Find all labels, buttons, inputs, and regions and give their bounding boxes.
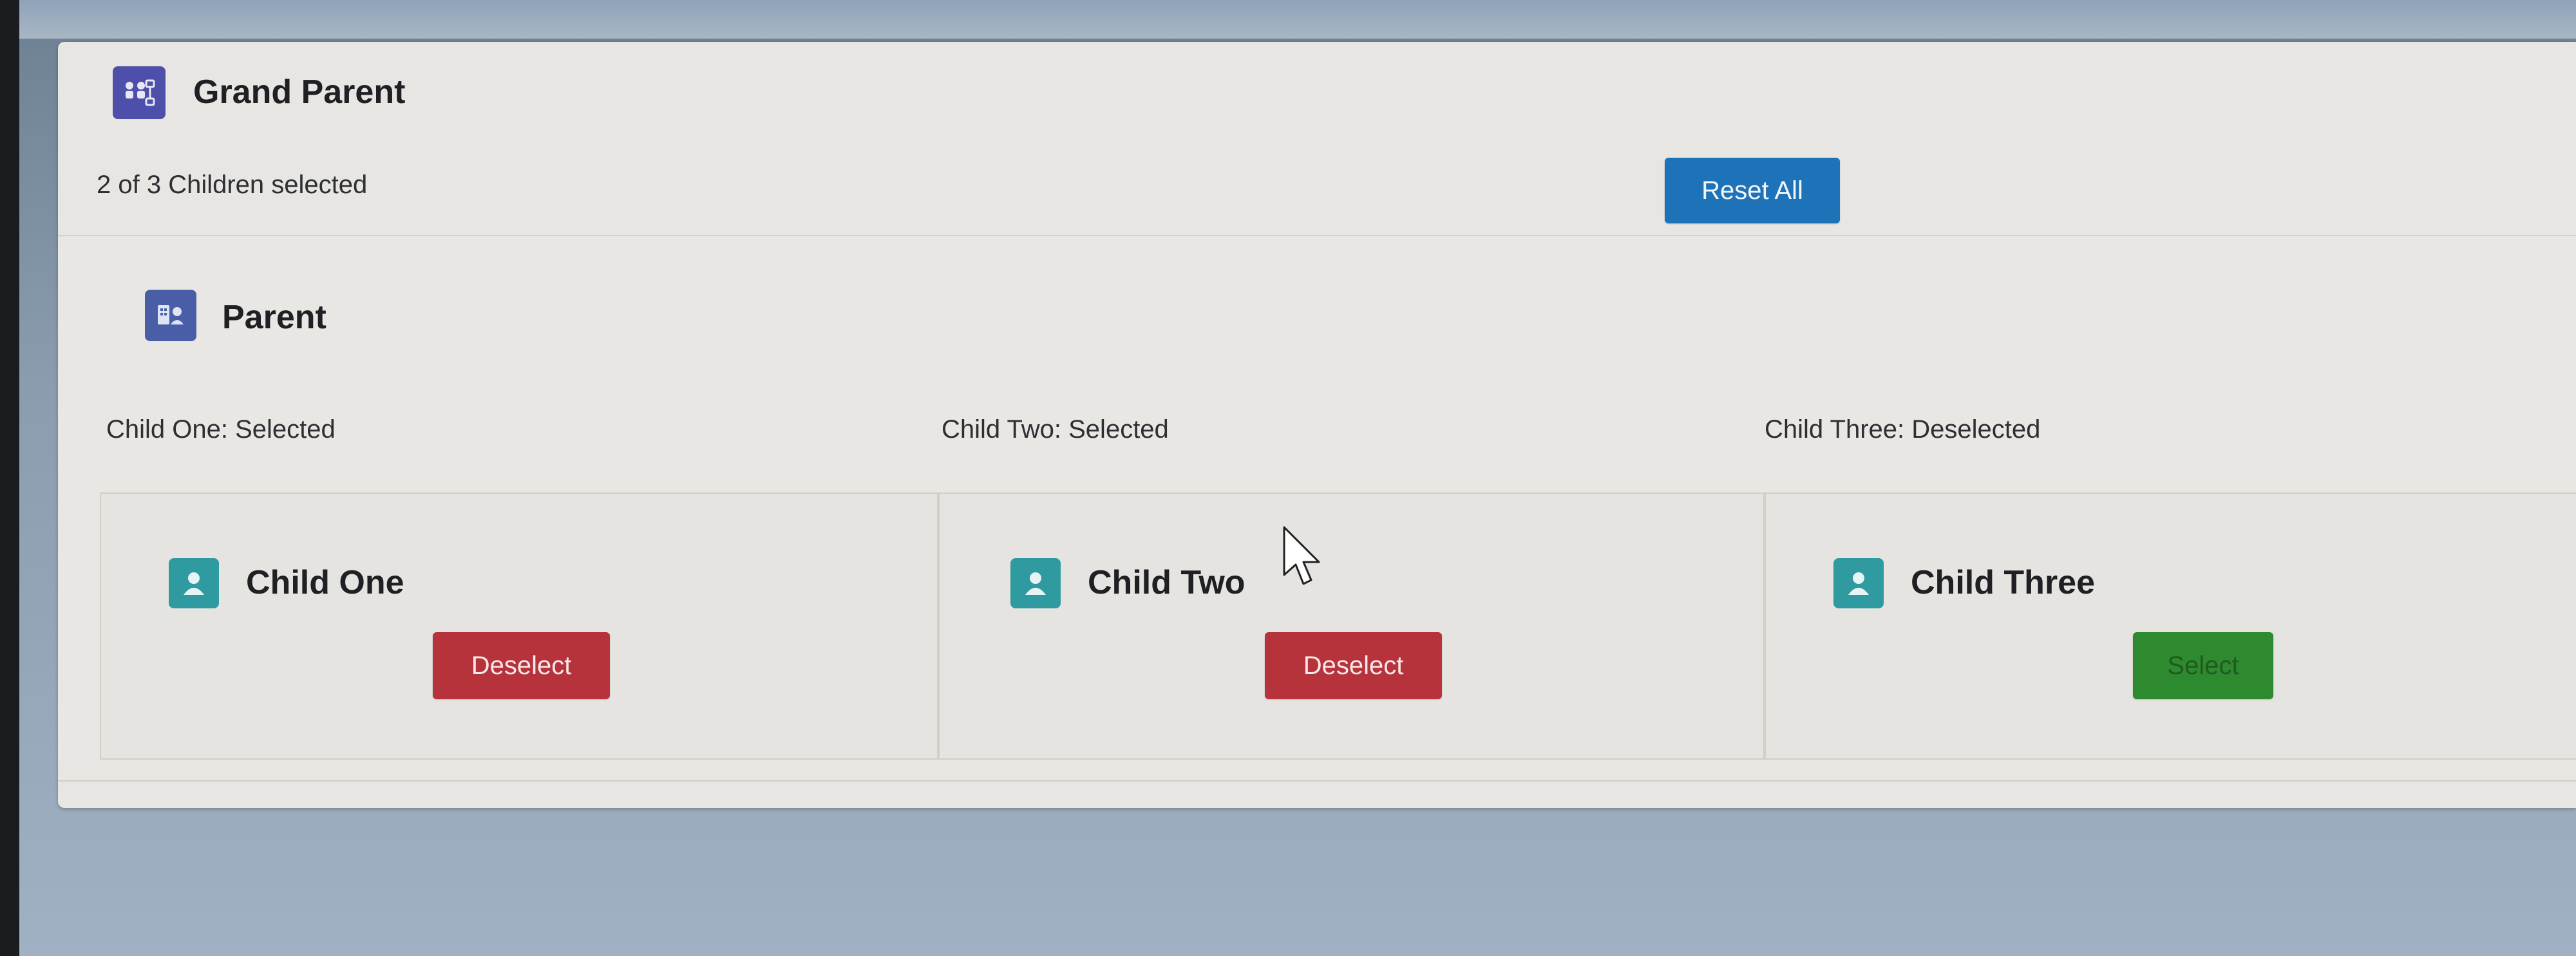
child-two-title: Child Two — [1088, 564, 1245, 601]
user-icon — [169, 558, 219, 608]
child-one-deselect-button[interactable]: Deselect — [433, 632, 610, 699]
screen-bezel — [0, 0, 19, 956]
user-icon — [1010, 558, 1061, 608]
child-two-deselect-button[interactable]: Deselect — [1265, 632, 1442, 699]
mouse-pointer-icon — [1282, 525, 1327, 589]
child-two-status: Child Two: Selected — [942, 415, 1169, 444]
child-one-card: Child One Deselect — [100, 492, 938, 760]
child-one-status: Child One: Selected — [106, 415, 336, 444]
grand-parent-card: Grand Parent 2 of 3 Children selected Re… — [58, 42, 2576, 808]
parent-title: Parent — [222, 299, 327, 336]
panel-bottom-divider — [58, 780, 2576, 782]
child-three-card: Child Three Select — [1765, 492, 2576, 760]
grand-parent-title: Grand Parent — [193, 73, 406, 111]
user-icon — [1833, 558, 1884, 608]
child-two-card: Child Two Deselect — [938, 492, 1765, 760]
hierarchy-icon — [113, 66, 166, 119]
background-strip — [19, 0, 2576, 39]
child-one-title: Child One — [246, 564, 404, 601]
groups-icon — [145, 290, 196, 341]
child-three-select-button[interactable]: Select — [2133, 632, 2273, 699]
child-three-status: Child Three: Deselected — [1765, 415, 2041, 444]
selection-summary: 2 of 3 Children selected — [97, 171, 368, 199]
reset-all-button[interactable]: Reset All — [1665, 158, 1840, 223]
child-three-title: Child Three — [1911, 564, 2096, 601]
